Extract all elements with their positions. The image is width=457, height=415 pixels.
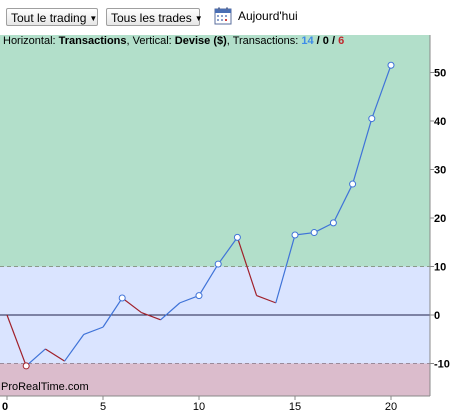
toolbar: Tout le trading ▼ Tous les trades ▼ Aujour… — [0, 0, 457, 34]
x-tick-label: 10 — [193, 401, 205, 413]
y-tick-labels: -10 0 10 20 30 40 50 — [430, 68, 450, 371]
trades-dropdown-label: Tous les trades — [111, 11, 192, 25]
data-point — [233, 233, 241, 241]
x-tick-label: 5 — [100, 401, 106, 413]
x-tick-labels: 0 5 10 15 20 — [2, 396, 397, 413]
x-tick-label: 0 — [2, 401, 8, 413]
data-point — [310, 229, 318, 237]
y-tick-label: 20 — [434, 213, 446, 225]
data-point — [349, 180, 357, 188]
info-h-value: Transactions — [58, 35, 127, 47]
chevron-down-icon: ▼ — [89, 14, 98, 23]
info-negative-count: 6 — [338, 35, 345, 47]
y-tick-label: -10 — [434, 359, 450, 371]
data-point — [368, 115, 376, 123]
info-sep-2: / — [328, 35, 339, 47]
calendar-icon — [214, 7, 232, 25]
info-v-prefix: , Vertical: — [126, 35, 175, 47]
chevron-down-icon: ▼ — [194, 14, 203, 23]
watermark: ProRealTime.com — [1, 381, 89, 393]
info-t-prefix: , Transactions: — [226, 35, 302, 47]
today-label: Aujourd'hui — [238, 9, 298, 23]
data-point — [195, 292, 203, 300]
today-button[interactable]: Aujourd'hui — [214, 7, 298, 25]
data-point — [214, 260, 222, 268]
info-sep-1: / — [313, 35, 323, 47]
y-tick-label: 10 — [434, 262, 446, 274]
data-point — [291, 231, 299, 239]
equity-chart: -10 0 10 20 30 40 50 0 5 10 15 20 ProRealTime.com — [0, 35, 450, 413]
y-tick-label: 40 — [434, 116, 446, 128]
trading-dropdown-label: Tout le trading — [11, 11, 87, 25]
data-point — [329, 219, 337, 227]
x-tick-label: 20 — [385, 401, 397, 413]
data-point — [387, 61, 395, 69]
y-tick-label: 0 — [434, 310, 440, 322]
data-point — [22, 362, 30, 370]
info-v-value: Devise ($) — [174, 35, 227, 47]
chart-info-line: Horizontal: Transactions, Vertical: Devi… — [3, 35, 344, 47]
y-tick-label: 50 — [434, 68, 446, 80]
trades-dropdown[interactable]: Tous les trades ▼ — [106, 8, 203, 26]
y-tick-label: 30 — [434, 165, 446, 177]
info-total-count: 14 — [301, 35, 314, 47]
info-h-prefix: Horizontal: — [3, 35, 59, 47]
data-point — [118, 294, 126, 302]
x-tick-label: 15 — [289, 401, 301, 413]
gain-zone — [0, 35, 430, 267]
trading-dropdown[interactable]: Tout le trading ▼ — [6, 8, 98, 26]
